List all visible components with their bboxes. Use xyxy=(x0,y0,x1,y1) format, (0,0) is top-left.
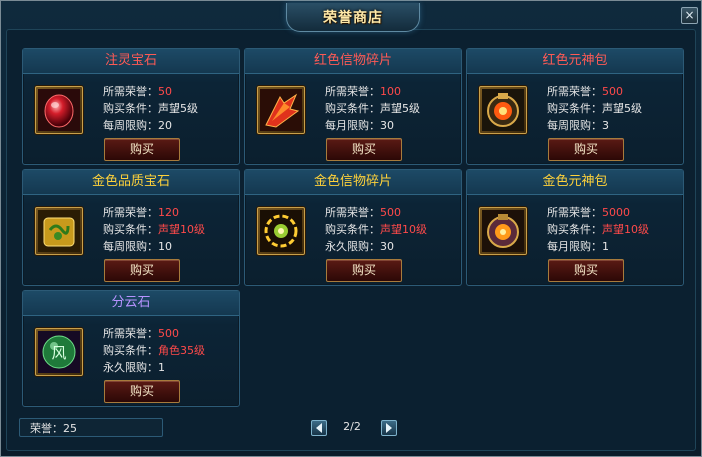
item-name: 分云石 xyxy=(23,291,239,316)
cost-label: 所需荣誉： xyxy=(325,85,380,98)
item-info: 所需荣誉：500 购买条件：声望5级 每周限购：3 xyxy=(547,83,642,134)
cost-value: 500 xyxy=(602,85,623,98)
condition-label: 购买条件： xyxy=(103,102,158,115)
cost-value: 50 xyxy=(158,85,172,98)
item-name: 注灵宝石 xyxy=(23,49,239,74)
cost-label: 所需荣誉： xyxy=(547,206,602,219)
condition-value: 声望10级 xyxy=(380,223,427,236)
gold-spirit-pack-icon xyxy=(482,210,524,252)
item-info: 所需荣誉：120 购买条件：声望10级 每周限购：10 xyxy=(103,204,205,255)
condition-label: 购买条件： xyxy=(325,102,380,115)
shop-item-card-2: 红色信物碎片 所需荣誉：100 购买条件：声望5级 每月限购：30 购买 xyxy=(244,48,462,165)
shop-item-card-6: 金色元神包 所需荣誉：5000 购买条件：声望10级 每月限购：1 购买 xyxy=(466,169,684,286)
window-title: 荣誉商店 xyxy=(323,10,383,26)
cost-label: 所需荣誉： xyxy=(103,206,158,219)
item-info: 所需荣誉：500 购买条件：声望10级 永久限购：30 xyxy=(325,204,427,255)
shop-item-card-5: 金色信物碎片 所需荣誉：500 购买条件：声望10级 永久限购：30 购买 xyxy=(244,169,462,286)
triangle-right-icon xyxy=(386,423,392,433)
limit-label: 每月限购： xyxy=(547,240,602,253)
red-gem-icon xyxy=(38,89,80,131)
condition-value: 声望10级 xyxy=(158,223,205,236)
honor-shop-window: 荣誉商店 × 注灵宝石 所需荣誉：50 购买条件：声望5级 每周限购：20 购买… xyxy=(0,0,702,457)
window-title-tab: 荣誉商店 xyxy=(286,3,420,32)
limit-label: 每月限购： xyxy=(325,119,380,132)
limit-value: 3 xyxy=(602,119,609,132)
item-name: 金色元神包 xyxy=(467,170,683,195)
limit-label: 每周限购： xyxy=(103,119,158,132)
condition-label: 购买条件： xyxy=(325,223,380,236)
condition-label: 购买条件： xyxy=(547,223,602,236)
condition-value: 声望5级 xyxy=(380,102,420,115)
buy-button[interactable]: 购买 xyxy=(326,138,402,161)
cost-value: 500 xyxy=(158,327,179,340)
shop-item-card-1: 注灵宝石 所需荣誉：50 购买条件：声望5级 每周限购：20 购买 xyxy=(22,48,240,165)
item-name: 红色元神包 xyxy=(467,49,683,74)
cost-label: 所需荣誉： xyxy=(103,85,158,98)
next-page-button[interactable] xyxy=(381,420,397,436)
item-info: 所需荣誉：50 购买条件：声望5级 每周限购：20 xyxy=(103,83,198,134)
triangle-left-icon xyxy=(316,423,322,433)
item-info: 所需荣誉：500 购买条件：角色35级 永久限购：1 xyxy=(103,325,205,376)
cost-value: 5000 xyxy=(602,206,630,219)
buy-button[interactable]: 购买 xyxy=(326,259,402,282)
red-spirit-pack-icon xyxy=(482,89,524,131)
item-name: 金色品质宝石 xyxy=(23,170,239,195)
shop-item-card-7: 分云石 风 所需荣誉：500 购买条件：角色35级 永久限购：1 购买 xyxy=(22,290,240,407)
item-icon-frame[interactable] xyxy=(35,86,83,134)
condition-value: 声望5级 xyxy=(602,102,642,115)
condition-label: 购买条件： xyxy=(103,223,158,236)
item-name: 红色信物碎片 xyxy=(245,49,461,74)
limit-label: 每周限购： xyxy=(103,240,158,253)
item-icon-frame[interactable]: 风 xyxy=(35,328,83,376)
cost-label: 所需荣誉： xyxy=(325,206,380,219)
item-icon-frame[interactable] xyxy=(35,207,83,255)
limit-value: 30 xyxy=(380,240,394,253)
shop-item-card-3: 红色元神包 所需荣誉：500 购买条件：声望5级 每周限购：3 购买 xyxy=(466,48,684,165)
cost-value: 500 xyxy=(380,206,401,219)
item-icon-frame[interactable] xyxy=(479,86,527,134)
buy-button[interactable]: 购买 xyxy=(104,138,180,161)
item-name: 金色信物碎片 xyxy=(245,170,461,195)
condition-label: 购买条件： xyxy=(103,344,158,357)
limit-label: 永久限购： xyxy=(325,240,380,253)
buy-button[interactable]: 购买 xyxy=(548,259,624,282)
limit-value: 1 xyxy=(158,361,165,374)
condition-label: 购买条件： xyxy=(547,102,602,115)
item-info: 所需荣誉：5000 购买条件：声望10级 每月限购：1 xyxy=(547,204,649,255)
buy-button[interactable]: 购买 xyxy=(548,138,624,161)
item-info: 所需荣誉：100 购买条件：声望5级 每月限购：30 xyxy=(325,83,420,134)
svg-text:风: 风 xyxy=(51,344,66,362)
cost-label: 所需荣誉： xyxy=(103,327,158,340)
page-indicator: 2/2 xyxy=(343,420,361,433)
limit-value: 30 xyxy=(380,119,394,132)
gold-fragment-icon xyxy=(260,210,302,252)
honor-value: 25 xyxy=(63,422,77,435)
honor-label: 荣誉： xyxy=(30,422,63,435)
cost-value: 100 xyxy=(380,85,401,98)
condition-value: 声望5级 xyxy=(158,102,198,115)
buy-button[interactable]: 购买 xyxy=(104,259,180,282)
cost-value: 120 xyxy=(158,206,179,219)
item-icon-frame[interactable] xyxy=(257,86,305,134)
limit-value: 10 xyxy=(158,240,172,253)
shop-item-card-4: 金色品质宝石 所需荣誉：120 购买条件：声望10级 每周限购：10 购买 xyxy=(22,169,240,286)
limit-label: 每周限购： xyxy=(547,119,602,132)
limit-label: 永久限购： xyxy=(103,361,158,374)
red-feather-fragment-icon xyxy=(260,89,302,131)
cost-label: 所需荣誉： xyxy=(547,85,602,98)
close-button[interactable]: × xyxy=(681,7,698,24)
limit-value: 20 xyxy=(158,119,172,132)
item-icon-frame[interactable] xyxy=(257,207,305,255)
buy-button[interactable]: 购买 xyxy=(104,380,180,403)
honor-balance: 荣誉：25 xyxy=(19,418,163,437)
condition-value: 声望10级 xyxy=(602,223,649,236)
limit-value: 1 xyxy=(602,240,609,253)
wind-stone-icon: 风 xyxy=(38,331,80,373)
condition-value: 角色35级 xyxy=(158,344,205,357)
item-icon-frame[interactable] xyxy=(479,207,527,255)
gold-dragon-gem-icon xyxy=(38,210,80,252)
prev-page-button[interactable] xyxy=(311,420,327,436)
